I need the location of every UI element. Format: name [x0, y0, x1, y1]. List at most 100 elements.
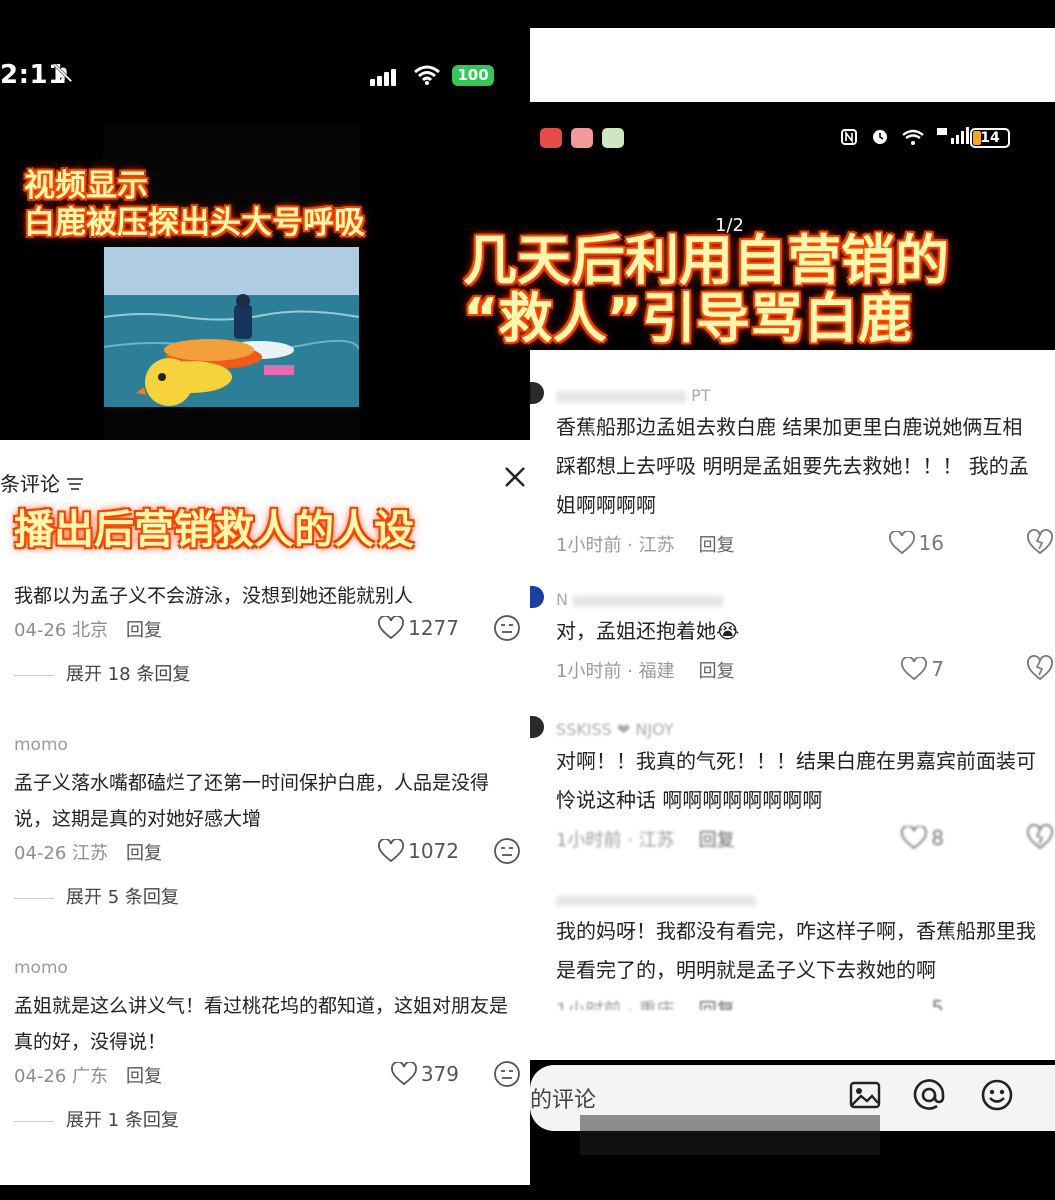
signal-5g-icon [937, 127, 970, 144]
comment-time: 1小时前 · 重庆 [556, 1000, 675, 1010]
dislike-face-icon[interactable] [493, 614, 521, 642]
comment-item: momo 孟姐就是这么讲义气！看过桃花坞的都知道，这姐对朋友是真的好，没得说！ … [14, 958, 521, 1132]
like-count: 379 [420, 1062, 459, 1086]
alarm-icon [872, 130, 887, 144]
expand-replies-button[interactable]: 展开 18 条回复 [14, 660, 519, 686]
caption-line: 视频显示 [24, 168, 148, 204]
comment-meta: 1小时前 · 福建 回复 7 [556, 655, 1053, 689]
reply-button[interactable]: 回复 [699, 1000, 735, 1010]
app-notification-icon [602, 128, 624, 148]
heart-icon [901, 656, 928, 681]
blurred-name [556, 895, 756, 906]
app-notification-icon [540, 128, 562, 148]
notification-app-icons [540, 128, 633, 152]
comment-author[interactable]: N [556, 590, 1036, 612]
reply-button[interactable]: 回复 [126, 620, 162, 641]
expand-replies-label: 展开 1 条回复 [66, 1110, 179, 1131]
expand-replies-label: 展开 5 条回复 [66, 887, 179, 908]
comment-time: 1小时前 · 江苏 [556, 535, 675, 556]
expand-replies-button[interactable]: 展开 5 条回复 [14, 883, 519, 909]
comment-item: 我的妈呀！我都没有看完，咋这样子啊，香蕉船那里我是看完了的，明明就是孟子义下去救… [556, 890, 1036, 1010]
like-count[interactable]: 5 [931, 996, 944, 1010]
comment-item: N 对，孟姐还抱着她😭 1小时前 · 福建 回复 7 [530, 586, 1053, 689]
battery-indicator: 100 [452, 65, 494, 86]
caption-marketing-persona: 播出后营销救人的人设 [14, 507, 414, 553]
comment-text: 香蕉船那边孟姐去救白鹿 结果加更里白鹿说她俩互相踩都想上去呼吸 明明是孟姐要先去… [556, 415, 1029, 517]
comment-meta: 04-26 北京 回复 1277 [14, 614, 521, 646]
left-phone-screenshot: 2:11 100 视频显示 白鹿被压探出头大号呼吸 条评论 播出后营销救人的人设… [0, 0, 530, 1200]
comment-author[interactable]: PT [556, 386, 1036, 408]
like-count: 16 [918, 531, 944, 555]
bottom-overlay [580, 1115, 880, 1155]
wifi-icon [414, 65, 440, 85]
nfc-icon [841, 129, 857, 145]
expand-replies-button[interactable]: 展开 1 条回复 [14, 1106, 519, 1132]
blurred-name [573, 594, 724, 607]
like-button[interactable]: 1277 [378, 615, 459, 640]
image-icon[interactable] [848, 1078, 882, 1112]
comment-text: 我的妈呀！我都没有看完，咋这样子啊，香蕉船那里我是看完了的，明明就是孟子义下去救… [556, 919, 1036, 982]
comment-author[interactable] [556, 890, 1036, 912]
caption-line: 几天后利用自营销的 [463, 229, 949, 292]
comment-item: 我都以为孟子义不会游泳，没想到她还能就别人 04-26 北京 回复 1277 展开… [14, 578, 521, 686]
like-button[interactable]: 8 [901, 825, 944, 850]
like-button[interactable]: 1072 [378, 838, 459, 863]
comment-meta: 1小时前 · 重庆 回复 5 [556, 996, 1036, 1010]
heart-icon [390, 1061, 417, 1086]
dislike-face-icon[interactable] [493, 1060, 521, 1088]
heart-icon [378, 615, 405, 640]
reply-button[interactable]: 回复 [699, 535, 735, 556]
comment-date: 04-26 江苏 [14, 843, 109, 864]
comment-author-label: PT [691, 386, 711, 405]
reply-button[interactable]: 回复 [699, 830, 735, 851]
reply-button[interactable]: 回复 [126, 843, 162, 864]
heart-icon [888, 530, 915, 555]
comment-author[interactable]: SSKISS ❤ NJOY [556, 720, 1036, 742]
caption-line: 白鹿被压探出头大号呼吸 [24, 205, 365, 241]
broken-heart-icon[interactable] [1026, 824, 1054, 850]
comment-item: momo 孟子义落水嘴都磕烂了还第一时间保护白鹿，人品是没得说，这期是真的对她好… [14, 735, 521, 909]
close-icon[interactable] [500, 462, 530, 492]
like-button[interactable]: 16 [888, 530, 944, 555]
mute-bell-icon [53, 63, 73, 83]
at-mention-icon[interactable] [912, 1078, 946, 1112]
like-count: 8 [931, 826, 944, 850]
comment-author-label: N [556, 590, 568, 609]
comment-author[interactable]: momo [14, 735, 519, 755]
battery-level: 14 [980, 130, 1000, 146]
heart-icon [378, 838, 405, 863]
comment-time: 1小时前 · 江苏 [556, 830, 675, 851]
video-frame-image [104, 247, 359, 407]
right-phone-screenshot: 14 1/2 PT 香蕉船那边孟姐去救白鹿 结果加更里白鹿说她俩互相踩都想上去呼… [530, 0, 1055, 1200]
comment-meta: 04-26 江苏 回复 1072 [14, 837, 521, 869]
comments-title-text: 条评论 [0, 472, 60, 496]
comment-meta: 1小时前 · 江苏 回复 16 [556, 529, 1053, 563]
dislike-face-icon[interactable] [493, 837, 521, 865]
emoji-icon[interactable] [980, 1078, 1014, 1112]
comment-text: 对啊！！我真的气死！！！结果白鹿在男嘉宾前面装可怜说这种话 啊啊啊啊啊啊啊啊 [556, 749, 1036, 812]
broken-heart-icon[interactable] [1026, 655, 1054, 681]
caption-self-marketing: 几天后利用自营销的 “救人”引导骂白鹿 [463, 232, 949, 348]
like-count: 1072 [408, 839, 459, 863]
comment-meta: 04-26 广东 回复 379 [14, 1060, 521, 1092]
top-banner [530, 28, 1055, 102]
comment-text: 孟子义落水嘴都磕烂了还第一时间保护白鹿，人品是没得说，这期是真的对她好感大增 [14, 772, 490, 830]
signal-icon [370, 67, 398, 86]
reply-button[interactable]: 回复 [126, 1066, 162, 1087]
reply-button[interactable]: 回复 [699, 661, 735, 682]
broken-heart-icon[interactable] [1026, 529, 1054, 555]
sort-icon[interactable] [66, 477, 84, 491]
battery-indicator: 14 [970, 128, 1010, 148]
comment-input[interactable]: 的评论 [530, 1082, 596, 1114]
like-button[interactable]: 7 [901, 656, 944, 681]
comment-item: SSKISS ❤ NJOY 对啊！！我真的气死！！！结果白鹿在男嘉宾前面装可怜说… [530, 716, 1053, 858]
comment-author[interactable]: momo [14, 958, 519, 978]
app-notification-icon [571, 128, 593, 148]
comment-date: 04-26 广东 [14, 1066, 109, 1087]
comment-time: 1小时前 · 福建 [556, 661, 675, 682]
comment-item: PT 香蕉船那边孟姐去救白鹿 结果加更里白鹿说她俩互相踩都想上去呼吸 明明是孟姐… [530, 382, 1053, 563]
comment-date: 04-26 北京 [14, 620, 109, 641]
blurred-name [556, 390, 686, 403]
like-button[interactable]: 379 [390, 1061, 459, 1086]
like-count: 7 [931, 657, 944, 681]
